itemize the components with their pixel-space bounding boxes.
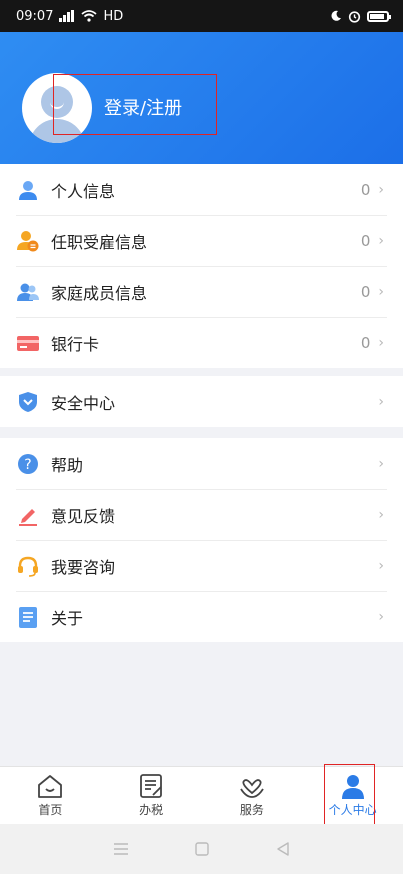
shield-icon — [17, 391, 39, 413]
security-group: 安全中心 › — [0, 376, 403, 427]
person-icon — [17, 179, 39, 201]
menu-item-label: 关于 — [51, 608, 84, 628]
chevron-right-icon: › — [378, 506, 384, 523]
menu-item-security-center[interactable]: 安全中心 › — [0, 376, 403, 427]
menu-item-count: 0 — [360, 231, 371, 250]
bank-card-icon — [17, 332, 39, 354]
service-heart-icon — [238, 773, 266, 799]
svg-text:?: ? — [24, 457, 31, 473]
status-time: 09:07 — [16, 8, 54, 24]
system-nav-bar — [0, 824, 403, 874]
tax-form-icon — [137, 773, 165, 799]
login-register-link[interactable]: 登录/注册 — [104, 94, 182, 120]
bottom-nav: 首页 办税 服务 个人中心 — [0, 766, 403, 824]
menu-item-family-info[interactable]: 家庭成员信息 0 › — [0, 266, 403, 317]
menu-item-personal-info[interactable]: 个人信息 0 › — [0, 164, 403, 215]
chevron-right-icon: › — [378, 393, 384, 410]
nav-label: 办税 — [139, 803, 164, 817]
menu-item-label: 帮助 — [51, 455, 84, 475]
employee-icon — [17, 230, 39, 252]
chevron-right-icon: › — [378, 283, 384, 300]
menu-item-feedback[interactable]: 意见反馈 › — [0, 489, 403, 540]
personal-info-group: 个人信息 0 › 任职受雇信息 0 › 家庭成员信息 0 › 银行卡 0 › — [0, 164, 403, 368]
chevron-right-icon: › — [378, 181, 384, 198]
chevron-right-icon: › — [378, 608, 384, 625]
menu-item-label: 任职受雇信息 — [51, 232, 148, 252]
back-triangle-icon[interactable] — [275, 841, 291, 857]
battery-icon — [367, 10, 391, 22]
menu-item-label: 我要咨询 — [51, 557, 116, 577]
signal-icon — [59, 10, 75, 22]
chevron-right-icon: › — [378, 557, 384, 574]
chevron-right-icon: › — [378, 455, 384, 472]
nav-service[interactable]: 服务 — [202, 767, 303, 824]
nav-home[interactable]: 首页 — [0, 767, 101, 824]
menu-item-employment-info[interactable]: 任职受雇信息 0 › — [0, 215, 403, 266]
chevron-right-icon: › — [378, 334, 384, 351]
home-icon — [36, 773, 64, 799]
nav-tax[interactable]: 办税 — [101, 767, 202, 824]
nav-personal-center[interactable]: 个人中心 — [302, 767, 403, 824]
wifi-icon — [81, 10, 98, 22]
menu-item-consult[interactable]: 我要咨询 › — [0, 540, 403, 591]
nav-label: 个人中心 — [328, 803, 377, 817]
menu-item-label: 家庭成员信息 — [51, 283, 148, 303]
nav-label: 服务 — [239, 803, 264, 817]
menu-item-help[interactable]: ? 帮助 › — [0, 438, 403, 489]
menu-item-label: 安全中心 — [51, 393, 116, 413]
menu-icon[interactable] — [113, 841, 129, 857]
help-icon: ? — [17, 453, 39, 475]
home-square-icon[interactable] — [194, 841, 210, 857]
status-bar: 09:07 HD — [0, 0, 403, 32]
feedback-pen-icon — [17, 504, 39, 526]
nav-label: 首页 — [38, 803, 63, 817]
menu-item-label: 银行卡 — [51, 334, 100, 354]
menu-item-count: 0 — [360, 333, 371, 352]
menu-item-count: 0 — [360, 180, 371, 199]
person-center-icon — [339, 773, 367, 799]
alarm-icon — [348, 10, 361, 23]
profile-header: 登录/注册 — [0, 32, 403, 164]
chevron-right-icon: › — [378, 232, 384, 249]
network-type: HD — [103, 8, 124, 24]
avatar[interactable] — [22, 73, 92, 143]
menu-item-label: 意见反馈 — [51, 506, 116, 526]
family-icon — [17, 281, 39, 303]
menu-item-count: 0 — [360, 282, 371, 301]
support-group: ? 帮助 › 意见反馈 › 我要咨询 › 关于 › — [0, 438, 403, 642]
document-icon — [17, 606, 39, 628]
menu-item-about[interactable]: 关于 › — [0, 591, 403, 642]
headset-icon — [17, 555, 39, 577]
moon-icon — [331, 10, 341, 21]
menu-item-bank-card[interactable]: 银行卡 0 › — [0, 317, 403, 368]
menu-item-label: 个人信息 — [51, 181, 116, 201]
